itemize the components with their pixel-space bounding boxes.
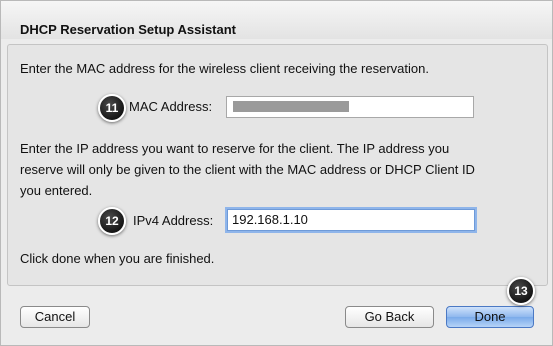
go-back-button[interactable]: Go Back: [345, 306, 434, 328]
dhcp-reservation-dialog: DHCP Reservation Setup Assistant Enter t…: [0, 0, 553, 346]
ipv4-address-input[interactable]: 192.168.1.10: [227, 209, 475, 231]
dialog-title: DHCP Reservation Setup Assistant: [20, 22, 237, 37]
mac-address-label: MAC Address:: [129, 99, 213, 114]
mac-address-input[interactable]: [226, 96, 474, 118]
ip-instruction-line1: Enter the IP address you want to reserve…: [20, 141, 450, 156]
content-panel: Enter the MAC address for the wireless c…: [7, 44, 548, 286]
step-11-badge: 11: [98, 94, 126, 122]
done-button[interactable]: Done: [446, 306, 534, 328]
step-13-badge: 13: [507, 277, 535, 305]
step-12-badge: 12: [98, 207, 126, 235]
ip-instruction-line2: reserve will only be given to the client…: [20, 162, 475, 177]
mac-instruction: Enter the MAC address for the wireless c…: [20, 61, 429, 76]
cancel-button[interactable]: Cancel: [20, 306, 90, 328]
ip-instruction-line3: you entered.: [20, 183, 93, 198]
ipv4-address-value: 192.168.1.10: [232, 212, 308, 227]
redacted-mac-value: [233, 101, 349, 112]
finish-instruction: Click done when you are finished.: [20, 251, 215, 266]
title-bar: DHCP Reservation Setup Assistant: [1, 1, 552, 39]
ipv4-address-label: IPv4 Address:: [133, 213, 214, 228]
